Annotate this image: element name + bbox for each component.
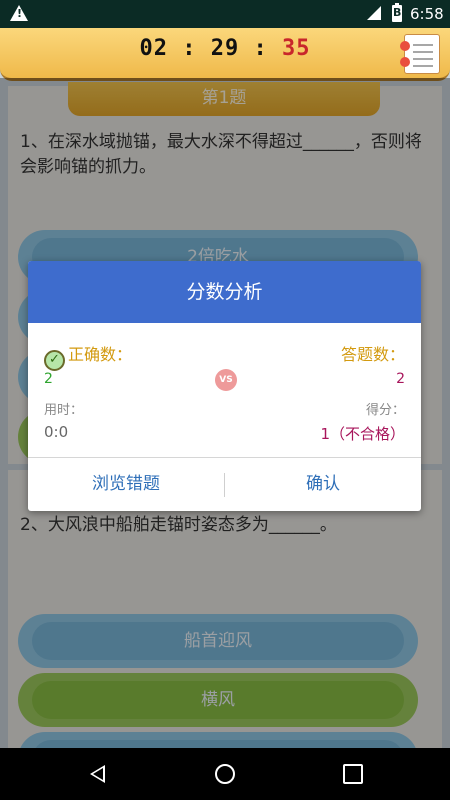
timer-seconds: 35 xyxy=(281,36,311,61)
back-icon[interactable] xyxy=(90,765,105,783)
score-analysis-dialog: 分数分析 ✓ 正确数： 答题数： 2 VS 2 用时： 得分： 0:0 1（不合格… xyxy=(28,261,421,511)
warning-icon: ! xyxy=(10,5,28,21)
score-value: 1（不合格） xyxy=(320,425,405,443)
vs-icon: VS xyxy=(215,369,237,391)
correct-count-label: ✓ 正确数： xyxy=(44,341,132,371)
time-used-label: 用时： xyxy=(44,403,84,418)
time-used-value: 0:0 xyxy=(44,423,69,441)
battery-icon: B xyxy=(392,3,402,22)
confirm-button[interactable]: 确认 xyxy=(225,458,421,511)
check-icon: ✓ xyxy=(44,350,65,371)
review-wrong-button[interactable]: 浏览错题 xyxy=(28,458,224,511)
answered-count-value: 2 xyxy=(396,371,405,387)
timer-hm: 02 : 29 : xyxy=(139,36,282,61)
correct-count-value: 2 xyxy=(44,371,53,387)
answer-sheet-icon[interactable] xyxy=(400,34,440,74)
navigation-bar xyxy=(0,748,450,800)
clock: 6:58 xyxy=(410,5,444,23)
dialog-title: 分数分析 xyxy=(28,261,421,323)
countdown-timer: 02 : 29 : 35 xyxy=(0,36,450,61)
status-bar: ! B 6:58 xyxy=(0,0,450,28)
recent-apps-icon[interactable] xyxy=(343,764,363,784)
timer-header: 02 : 29 : 35 xyxy=(0,28,450,81)
answered-count-label: 答题数： xyxy=(340,345,405,364)
home-icon[interactable] xyxy=(215,764,235,784)
score-label: 得分： xyxy=(365,403,405,418)
signal-icon xyxy=(367,6,381,20)
